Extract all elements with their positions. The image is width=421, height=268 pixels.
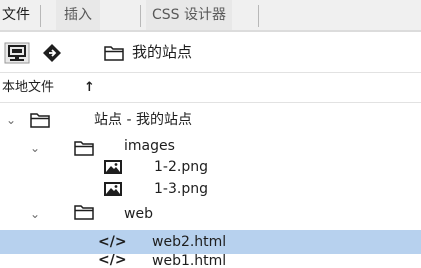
tab-separator	[40, 5, 41, 27]
code-file-icon: </>	[98, 234, 127, 250]
folder-icon	[74, 205, 94, 220]
tree-item-label: web	[124, 206, 153, 222]
folder-icon	[30, 113, 50, 128]
chevron-down-icon[interactable]: ⌄	[6, 108, 16, 132]
tree-row-web[interactable]: ⌄ web	[0, 202, 421, 226]
tab-separator	[258, 5, 259, 27]
folder-icon	[104, 46, 124, 61]
tab-separator	[140, 5, 141, 27]
header-divider	[0, 102, 421, 103]
tab-bar-border	[0, 30, 421, 32]
tree-item-label: 站点 - 我的站点	[94, 112, 192, 128]
folder-icon	[74, 141, 94, 156]
monitor-connect-icon[interactable]	[4, 42, 30, 64]
tree-row-site-root[interactable]: ⌄ 站点 - 我的站点	[0, 108, 421, 132]
code-file-icon: </>	[98, 254, 127, 268]
tree-row-file-selected[interactable]: </> web2.html	[0, 230, 421, 254]
tree-row-file[interactable]: </> web1.html	[0, 254, 421, 268]
tab-insert[interactable]: 插入	[56, 0, 100, 30]
tree-item-label: 1-2.png	[154, 159, 208, 175]
tree-row-file[interactable]: 1-3.png	[0, 180, 421, 200]
tree-item-label: 1-3.png	[154, 181, 208, 197]
chevron-down-icon[interactable]: ⌄	[30, 202, 40, 226]
diamond-sync-icon[interactable]	[42, 43, 62, 63]
local-files-label: 本地文件	[2, 80, 55, 95]
image-file-icon	[104, 182, 122, 196]
image-file-icon	[104, 160, 122, 174]
chevron-down-icon[interactable]: ⌄	[30, 136, 40, 160]
tree-row-images[interactable]: ⌄ images	[0, 136, 421, 160]
tree-row-file[interactable]: 1-2.png	[0, 158, 421, 178]
tree-item-label: web2.html	[152, 234, 227, 250]
tab-files[interactable]: 文件	[2, 0, 30, 30]
tree-item-label: web1.html	[152, 254, 227, 268]
tab-css-designer[interactable]: CSS 设计器	[146, 0, 232, 30]
toolbar-divider	[0, 72, 421, 73]
up-arrow-icon[interactable]: ↑	[84, 80, 95, 96]
panel-tab-bar: 文件 插入 CSS 设计器	[0, 0, 421, 31]
site-selector-value: 我的站点	[132, 43, 193, 61]
